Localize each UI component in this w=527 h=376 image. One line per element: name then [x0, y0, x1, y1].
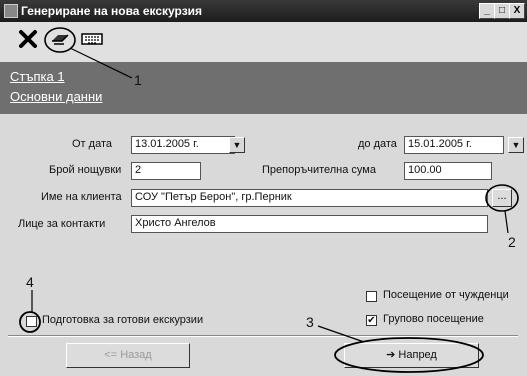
annotation-label-1: 1	[134, 72, 142, 88]
annotation-line-1	[69, 47, 133, 79]
annotation-circle-2	[485, 184, 519, 212]
annotation-circle-3	[334, 337, 484, 373]
annotation-line-2	[504, 210, 509, 234]
annotation-label-2: 2	[508, 234, 516, 250]
annotation-overlay	[19, 27, 519, 373]
annotation-line-3	[317, 325, 365, 343]
wizard-window: Генериране на нова екскурзия _ □ X Стъпк…	[0, 0, 527, 376]
annotation-circle-4	[19, 311, 41, 333]
annotation-label-3: 3	[306, 314, 314, 330]
annotation-label-4: 4	[26, 274, 34, 290]
